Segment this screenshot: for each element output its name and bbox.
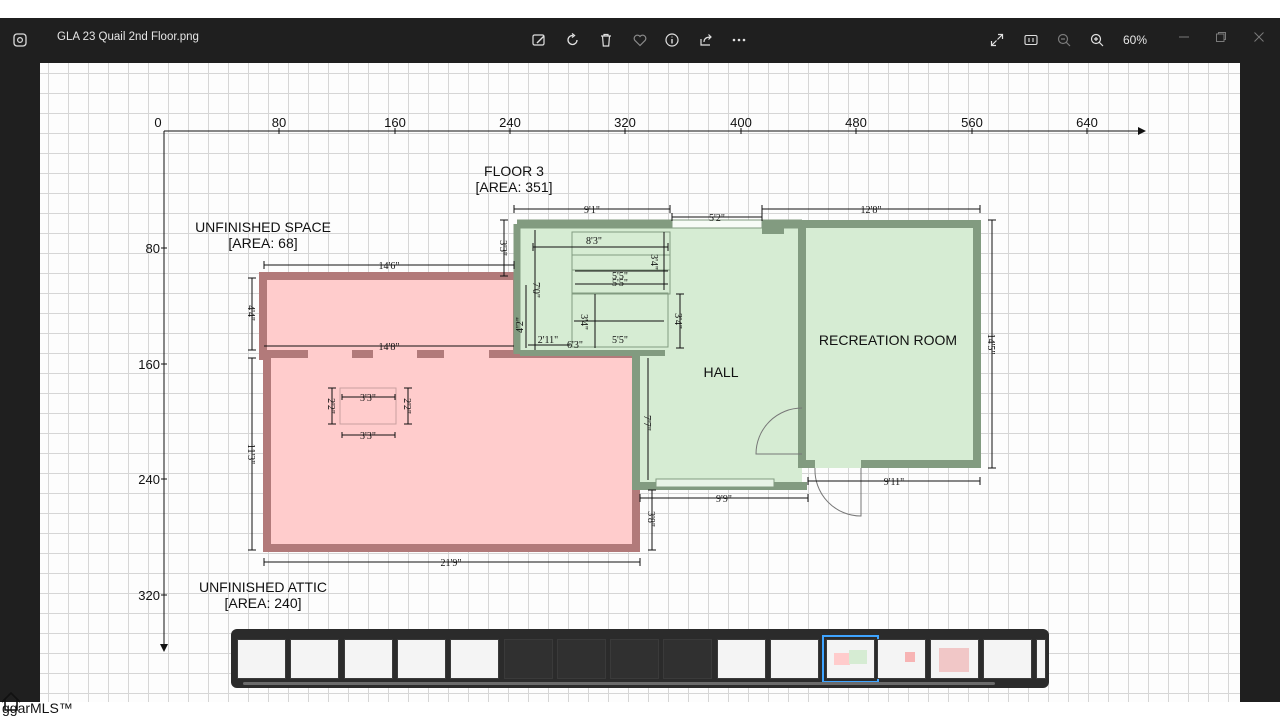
hall-label: HALL	[703, 364, 738, 380]
thumb-preview-finished	[849, 650, 867, 664]
floor-area: [AREA: 351]	[475, 179, 552, 195]
y-tick-label: 320	[138, 588, 160, 603]
x-tick-label: 480	[845, 115, 867, 130]
filmstrip-thumbnail-partial[interactable]	[1036, 639, 1046, 679]
x-axis-ticks: 0 80 160 240 320 400 480 560 640	[154, 115, 1097, 130]
filmstrip-thumbnail[interactable]	[344, 639, 393, 679]
x-tick-label: 400	[730, 115, 752, 130]
dimension-label: 11'3"	[245, 444, 256, 465]
filmstrip-thumbnail[interactable]	[290, 639, 339, 679]
filmstrip-thumbnail[interactable]	[504, 639, 553, 679]
dimension-label: 3'3"	[360, 431, 376, 442]
x-tick-label: 240	[499, 115, 521, 130]
dimension-label: 3'4"	[672, 313, 683, 329]
x-tick-label: 80	[272, 115, 286, 130]
dimension-label: 9'9"	[716, 494, 732, 505]
filmstrip-thumbnail[interactable]	[877, 639, 926, 679]
dimension-label: 4'4"	[245, 305, 256, 321]
dimension-label: 3'8"	[645, 511, 656, 527]
dimension-label: 14'6"	[379, 261, 400, 272]
mls-watermark: ggarMLS™	[2, 700, 73, 716]
dimension-label: 3'3"	[360, 393, 376, 404]
dimension-label: 2'2"	[401, 398, 412, 414]
floor-title: FLOOR 3	[484, 163, 544, 179]
attic-area: [AREA: 240]	[224, 595, 301, 611]
dimension-label: 8'3"	[586, 236, 602, 247]
dimension-label: 5'5"	[612, 335, 628, 346]
filmstrip[interactable]	[231, 629, 1049, 688]
filmstrip-thumbnail[interactable]	[930, 639, 979, 679]
thumb-preview-unfinished	[834, 653, 850, 665]
y-tick-label: 240	[138, 472, 160, 487]
dimension-label: 12'8"	[861, 205, 882, 216]
thumb-preview	[905, 652, 915, 662]
filmstrip-thumbnail[interactable]	[770, 639, 819, 679]
filmstrip-thumbnail[interactable]	[717, 639, 766, 679]
recreation-room-label: RECREATION ROOM	[819, 332, 957, 348]
thumb-preview	[939, 648, 969, 672]
dimension-label: 2'11"	[538, 335, 559, 346]
floor-plan-image: 0 80 160 240 320 400 480 560 640 80 160 …	[138, 115, 1146, 652]
dimension-label: 21'9"	[441, 558, 462, 569]
x-tick-label: 0	[154, 115, 161, 130]
filmstrip-thumbnail[interactable]	[983, 639, 1032, 679]
y-axis-ticks: 80 160 240 320	[138, 241, 160, 603]
dimension-label: 4'2"	[515, 317, 526, 333]
dimension-label: 5'5"	[612, 278, 628, 289]
y-axis-arrow	[160, 644, 168, 652]
filmstrip-scrollbar[interactable]	[243, 682, 995, 685]
dimension-label: 6'3"	[567, 340, 583, 351]
unfinished-space-label: UNFINISHED SPACE	[195, 219, 331, 235]
y-tick-label: 160	[138, 357, 160, 372]
dimension-label: 3'4"	[578, 314, 589, 330]
dimension-label: 7'0"	[530, 282, 541, 298]
x-tick-label: 320	[614, 115, 636, 130]
dimension-label: 14'8"	[379, 342, 400, 353]
unfinished-attic	[263, 350, 640, 552]
dimension-label: 2'2"	[325, 398, 336, 414]
x-axis-arrow	[1138, 127, 1146, 135]
bottom-margin	[0, 702, 1280, 720]
dimension-label: 7'7"	[641, 415, 652, 431]
dimension-label: 3'3"	[497, 240, 508, 256]
filmstrip-thumbnail-selected[interactable]	[822, 635, 879, 683]
y-tick-label: 80	[146, 241, 160, 256]
filmstrip-thumbnail[interactable]	[557, 639, 606, 679]
dimension-label: 5'2"	[709, 213, 725, 224]
filmstrip-thumbnail[interactable]	[610, 639, 659, 679]
x-tick-label: 160	[384, 115, 406, 130]
x-tick-label: 640	[1076, 115, 1098, 130]
filmstrip-thumbnail[interactable]	[663, 639, 712, 679]
dimension-label: 9'11"	[884, 477, 905, 488]
x-tick-label: 560	[961, 115, 983, 130]
dimension-label: 3'4"	[648, 254, 659, 270]
filmstrip-thumbnail[interactable]	[397, 639, 446, 679]
dimension-label: 14'5"	[985, 334, 996, 355]
filmstrip-thumbnail[interactable]	[237, 639, 286, 679]
unfinished-space-area: [AREA: 68]	[228, 235, 297, 251]
attic-label: UNFINISHED ATTIC	[199, 579, 327, 595]
dimension-label: 9'1"	[584, 205, 600, 216]
filmstrip-thumbnail[interactable]	[450, 639, 499, 679]
